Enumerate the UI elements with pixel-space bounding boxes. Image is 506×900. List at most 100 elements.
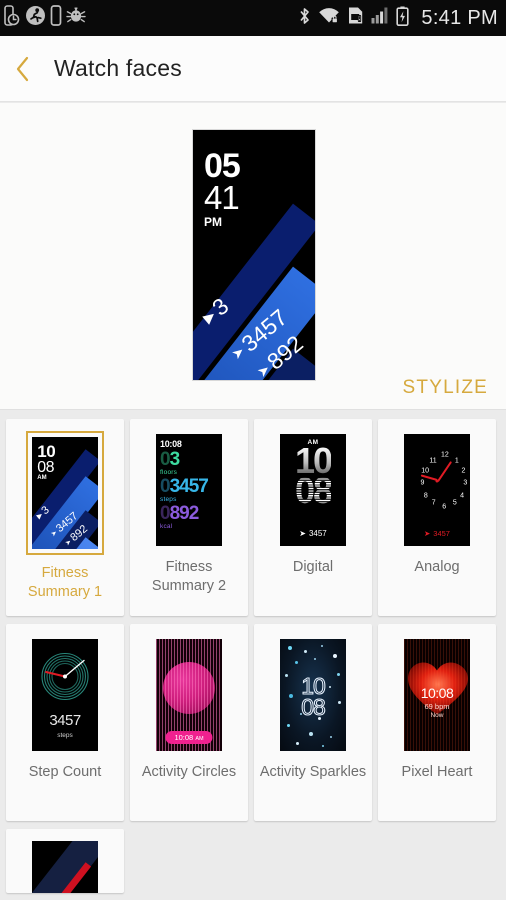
sparkle-dot (287, 645, 292, 650)
watch-face-card-partial[interactable] (6, 829, 124, 893)
thumb-minutes: 08 (37, 458, 55, 476)
analog-numeral: 9 (420, 479, 425, 487)
watch-faces-screen: 5:41 PM Watch faces 05 41 PM ▶ 3 ➤ 3457 … (0, 0, 506, 900)
thumb-time: 10:08 (420, 684, 454, 701)
status-bar-clock: 5:41 PM (421, 6, 498, 29)
bluetooth-icon (298, 6, 311, 31)
watch-face-grid: 10 08 AM ▶ 3 ➤ 3457 ➤ 892 Fitness Summar… (0, 411, 506, 900)
analog-numeral: 6 (442, 503, 447, 511)
watch-face-label: Digital (292, 559, 334, 575)
android-debug-bug-icon (66, 6, 86, 30)
thumb-row-steps: 03457 steps (160, 476, 218, 503)
analog-numeral: 11 (429, 457, 437, 465)
watch-face-label: Activity Circles (141, 764, 237, 780)
sparkle-dot (295, 742, 299, 746)
watch-face-label: Step Count (28, 764, 102, 780)
sparkle-dot (322, 745, 325, 748)
thumbnail-step-count: 3457 steps (32, 639, 98, 751)
thumb-clock: 10:08 (160, 439, 182, 449)
thumb-row-kcal: 0892 kcal (160, 503, 218, 530)
thumb-time: 10 08 (280, 674, 346, 721)
thumb-steps-value: 3457 (308, 529, 327, 538)
thumbnail-analog: 12 1 2 3 4 5 6 7 8 9 10 11 ➤ 3457 (404, 434, 470, 546)
watch-face-card-activity-circles[interactable]: 10:08 AM Activity Circles (130, 624, 248, 821)
step-rings (40, 652, 90, 707)
thumb-bpm-status: Now (430, 711, 444, 719)
analog-center-hub (435, 479, 439, 483)
analog-numeral: 4 (460, 492, 465, 500)
analog-numeral: 8 (423, 492, 428, 500)
preview-hours: 05 (203, 147, 241, 185)
thumb-steps-zero: 0 (160, 476, 171, 497)
thumbnail-frame: 10:08 03 floors 03457 steps 0892 kcal (153, 431, 225, 549)
footsteps-icon: ➤ (424, 529, 431, 538)
thumb-bpm: 69 bpm (424, 701, 450, 711)
analog-numeral: 7 (431, 499, 436, 507)
thumbnail-frame (29, 841, 101, 893)
watch-face-card-fitness-summary-1[interactable]: 10 08 AM ▶ 3 ➤ 3457 ➤ 892 Fitness Summar… (6, 419, 124, 616)
sparkle-dot (286, 724, 290, 728)
thumbnail-frame: 10:08 AM (153, 636, 225, 754)
watch-face-card-step-count[interactable]: 3457 steps Step Count (6, 624, 124, 821)
stylize-button[interactable]: STYLIZE (403, 377, 488, 399)
chevron-left-icon (13, 54, 33, 84)
watch-face-card-activity-sparkles[interactable]: 10 08 Activity Sparkles (254, 624, 372, 821)
thumbnail-selected-frame: 10 08 AM ▶ 3 ➤ 3457 ➤ 892 (26, 431, 104, 555)
thumb-steps-value: 3457 (169, 476, 209, 497)
signal-bars-icon (371, 6, 389, 30)
footsteps-icon: ➤ (299, 529, 306, 538)
thumb-steps-unit: steps (57, 732, 73, 739)
analog-minute-hand (437, 461, 452, 483)
thumb-kcal-zero: 0 (160, 503, 171, 524)
thumbnail-frame: 10:08 69 bpm Now (401, 636, 473, 754)
thumbnail-activity-sparkles: 10 08 (280, 639, 346, 751)
sparkle-dot (294, 661, 298, 665)
analog-numeral: 12 (441, 451, 449, 459)
thumbnail-activity-circles: 10:08 AM (156, 639, 222, 751)
thumb-ampm: AM (37, 475, 47, 482)
watch-face-card-pixel-heart[interactable]: 10:08 69 bpm Now Pixel Heart (378, 624, 496, 821)
thumb-time: 10:08 (174, 733, 194, 742)
preview-watchface-fitness-summary-1: 05 41 PM ▶ 3 ➤ 3457 ➤ 892 (193, 130, 315, 380)
thumbnail-frame: AM 10 08 ➤ 3457 (277, 431, 349, 549)
watch-face-card-digital[interactable]: AM 10 08 ➤ 3457 Digital (254, 419, 372, 616)
status-bar-left-icons (4, 5, 86, 31)
analog-numeral: 1 (454, 457, 459, 465)
sparkle-dot (330, 736, 333, 739)
thumb-steps-value: 3457 (49, 712, 81, 729)
watch-face-preview-area: 05 41 PM ▶ 3 ➤ 3457 ➤ 892 STYLIZE (0, 103, 506, 410)
running-person-icon (25, 5, 46, 31)
thumb-steps-value: 3457 (433, 529, 450, 538)
watch-face-card-fitness-summary-2[interactable]: 10:08 03 floors 03457 steps 0892 kcal Fi (130, 419, 248, 616)
preview-minutes: 41 (203, 179, 240, 217)
watch-face-label: Activity Sparkles (259, 764, 367, 780)
thumbnail-fitness-summary-2: 10:08 03 floors 03457 steps 0892 kcal (156, 434, 222, 546)
thumbnail-frame: 3457 steps (29, 636, 101, 754)
thumbnail-frame: 10 08 (277, 636, 349, 754)
app-header: Watch faces (0, 36, 506, 102)
thumb-time: 10 08 AM (37, 443, 55, 482)
sparkle-dot (332, 653, 337, 658)
thumbnail-digital: AM 10 08 ➤ 3457 (280, 434, 346, 546)
battery-charging-icon (396, 6, 410, 31)
watch-face-card-analog[interactable]: 12 1 2 3 4 5 6 7 8 9 10 11 ➤ 3457 Analog (378, 419, 496, 616)
thumb-row-floors: 03 floors (160, 450, 218, 476)
wifi-secured-icon (318, 6, 340, 30)
thumb-minutes: 08 (301, 694, 327, 721)
watch-face-preview[interactable]: 05 41 PM ▶ 3 ➤ 3457 ➤ 892 (192, 129, 316, 381)
status-bar-right-icons: 5:41 PM (298, 6, 498, 31)
thumbnail-partial (32, 841, 98, 893)
thumb-time-pill: 10:08 AM (165, 731, 213, 744)
thumb-steps: ➤ 3457 (404, 529, 470, 538)
watch-face-label: Analog (414, 559, 460, 575)
thumb-floors-unit: floors (160, 469, 178, 476)
analog-numeral: 3 (463, 479, 468, 487)
thumb-kcal-unit: kcal (160, 523, 173, 530)
analog-numeral: 2 (461, 467, 466, 475)
thumbnail-fitness-summary-1: 10 08 AM ▶ 3 ➤ 3457 ➤ 892 (32, 437, 98, 549)
back-button[interactable] (0, 36, 46, 102)
thumb-ampm: AM (195, 736, 204, 742)
sparkle-dot (309, 731, 314, 736)
analog-numeral: 10 (421, 467, 430, 475)
thumbnail-frame: 12 1 2 3 4 5 6 7 8 9 10 11 ➤ 3457 (401, 431, 473, 549)
